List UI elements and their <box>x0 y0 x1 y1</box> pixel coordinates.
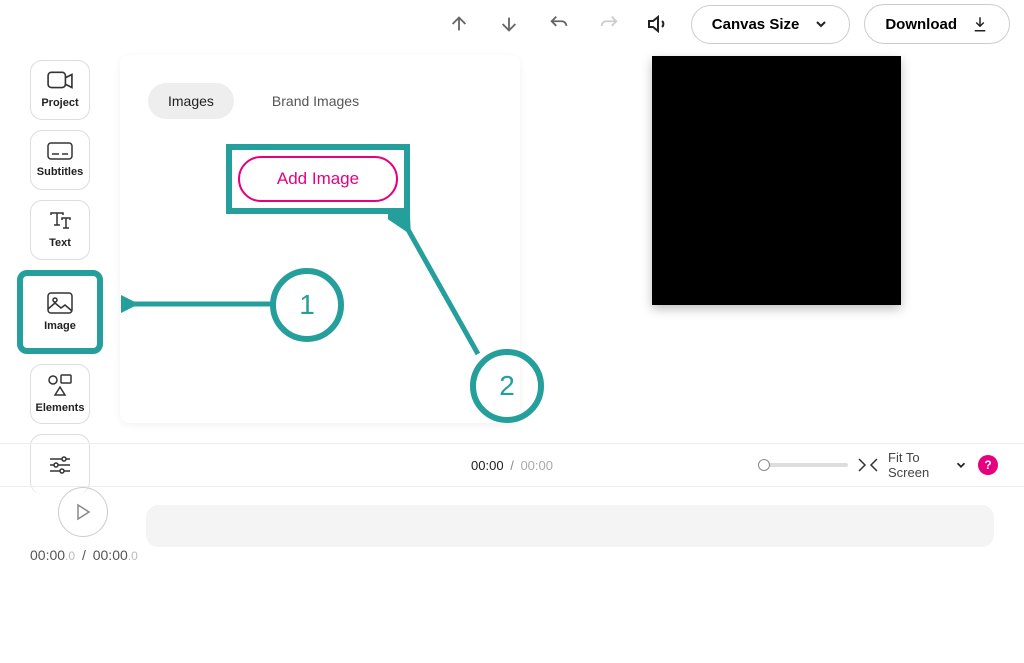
step-marker-1: 1 <box>270 268 344 342</box>
shapes-icon <box>47 374 73 396</box>
help-label: ? <box>984 458 991 472</box>
playhead-time: 00:00 / 00:00 <box>471 458 553 473</box>
help-button[interactable]: ? <box>978 455 998 475</box>
move-down-button[interactable] <box>491 6 527 42</box>
sidebar-item-label: Project <box>41 97 78 109</box>
undo-button[interactable] <box>541 6 577 42</box>
download-icon <box>971 15 989 33</box>
zoom-slider[interactable] <box>758 463 848 467</box>
zoom-knob[interactable] <box>758 459 770 471</box>
image-icon <box>47 292 73 314</box>
status-bar: 00:00 / 00:00 Fit To Screen ? <box>0 443 1024 487</box>
left-sidebar: Project Subtitles Text Image Elements <box>30 60 103 494</box>
total-time: 00:00 <box>520 458 553 473</box>
chevron-down-icon <box>813 16 829 32</box>
text-icon <box>48 211 72 231</box>
tab-images[interactable]: Images <box>148 83 234 119</box>
download-button[interactable]: Download <box>864 4 1010 44</box>
sidebar-item-image[interactable]: Image <box>17 270 103 354</box>
sidebar-item-label: Subtitles <box>37 166 83 178</box>
arrow-annotation-1 <box>121 294 276 314</box>
sidebar-item-subtitles[interactable]: Subtitles <box>30 130 90 190</box>
sidebar-item-project[interactable]: Project <box>30 60 90 120</box>
canvas-preview[interactable] <box>652 56 901 305</box>
download-label: Download <box>885 16 957 33</box>
panel-tabs: Images Brand Images <box>148 83 492 119</box>
tab-label: Brand Images <box>272 93 359 109</box>
fit-label[interactable]: Fit To Screen <box>888 450 944 480</box>
play-icon <box>75 503 91 521</box>
canvas-size-button[interactable]: Canvas Size <box>691 5 851 44</box>
sidebar-item-label: Elements <box>36 402 85 414</box>
tab-brand-images[interactable]: Brand Images <box>252 83 379 119</box>
tl-current-dec: .0 <box>65 549 75 563</box>
tl-total-dec: .0 <box>128 549 138 563</box>
video-icon <box>47 71 73 91</box>
subtitles-icon <box>47 142 73 160</box>
volume-button[interactable] <box>641 6 677 42</box>
fit-controls: Fit To Screen ? <box>758 450 998 480</box>
sidebar-item-label: Image <box>44 320 76 332</box>
timeline-track[interactable] <box>146 505 994 547</box>
tl-total: 00:00 <box>93 547 128 563</box>
sidebar-item-text[interactable]: Text <box>30 200 90 260</box>
redo-button[interactable] <box>591 6 627 42</box>
timeline-time: 00:00.0 / 00:00.0 <box>30 547 138 563</box>
add-image-label: Add Image <box>277 169 359 189</box>
time-separator: / <box>510 458 514 473</box>
step-number: 1 <box>299 289 315 321</box>
add-image-button[interactable]: Add Image <box>238 156 398 202</box>
chevron-down-icon[interactable] <box>954 458 968 472</box>
sidebar-item-elements[interactable]: Elements <box>30 364 90 424</box>
play-button[interactable] <box>58 487 108 537</box>
fit-icon <box>858 458 878 472</box>
current-time: 00:00 <box>471 458 504 473</box>
tab-label: Images <box>168 93 214 109</box>
timeline-area: 00:00.0 / 00:00.0 <box>0 487 1024 577</box>
canvas-size-label: Canvas Size <box>712 16 800 33</box>
add-image-highlight: Add Image <box>226 144 410 214</box>
move-up-button[interactable] <box>441 6 477 42</box>
step-number: 2 <box>499 370 515 402</box>
tl-separator: / <box>82 547 86 563</box>
arrow-annotation-2 <box>388 214 488 364</box>
tl-current: 00:00 <box>30 547 65 563</box>
top-toolbar: Canvas Size Download <box>441 4 1010 44</box>
sidebar-item-label: Text <box>49 237 71 249</box>
